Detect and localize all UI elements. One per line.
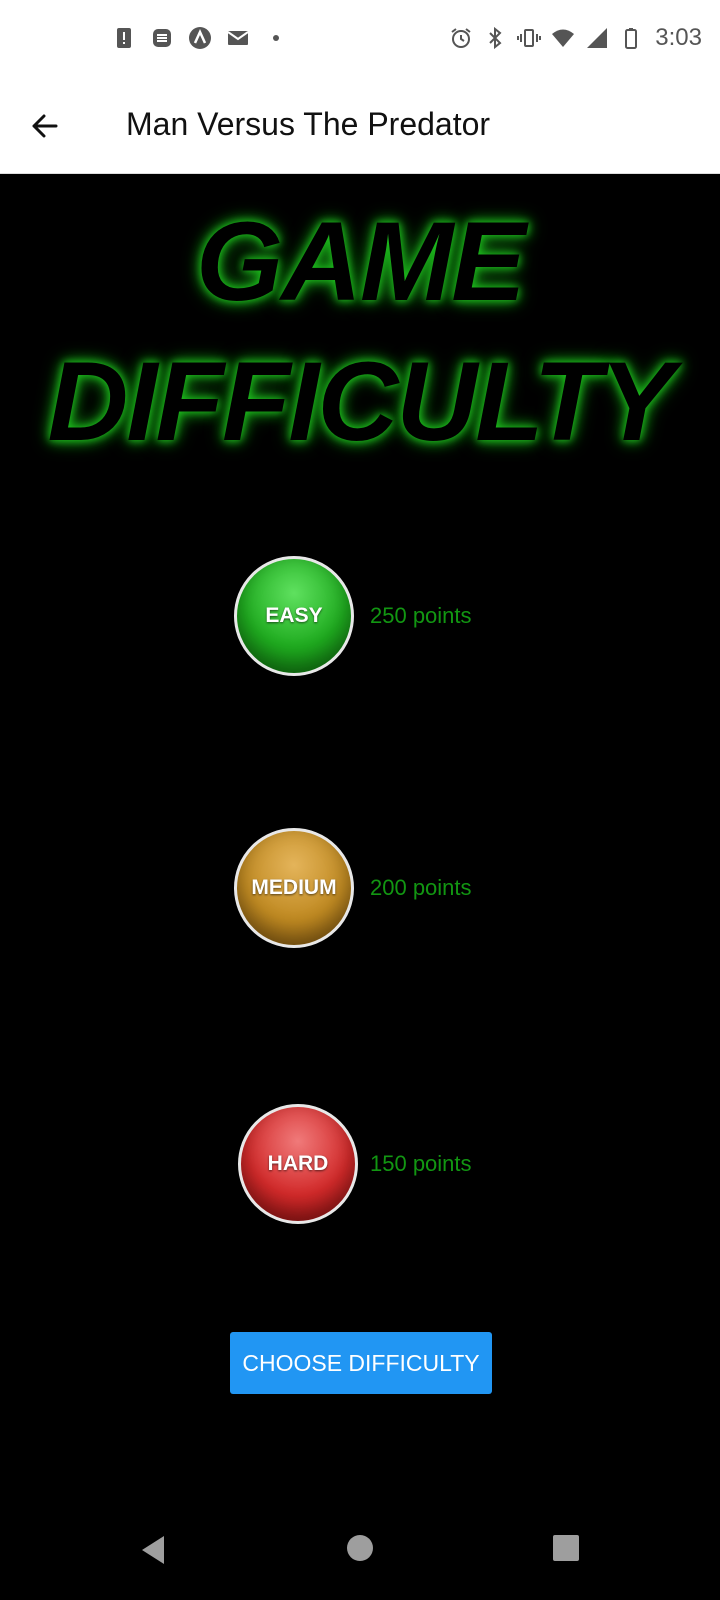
back-arrow-icon[interactable] xyxy=(24,104,68,148)
home-circle-icon[interactable] xyxy=(346,1534,374,1562)
medium-button[interactable]: MEDIUM xyxy=(234,828,354,948)
signal-icon xyxy=(587,28,608,48)
hard-button[interactable]: HARD xyxy=(238,1104,358,1224)
clock: 3:03 xyxy=(655,24,702,51)
heading-line-1: GAME xyxy=(196,199,526,324)
heading-line-2: DIFFICULTY xyxy=(47,339,675,464)
choose-difficulty-label: CHOOSE DIFFICULTY xyxy=(242,1349,480,1376)
medium-label: MEDIUM xyxy=(251,876,337,899)
game-difficulty-heading: GAME DIFFICULTY xyxy=(0,192,720,472)
difficulty-row-easy: EASY 250 points xyxy=(234,556,472,676)
status-bar: 3:03 xyxy=(0,0,720,78)
alarm-icon xyxy=(451,28,471,48)
news-icon xyxy=(153,29,171,47)
easy-points: 250 points xyxy=(370,603,472,628)
recents-square-icon[interactable] xyxy=(552,1534,580,1562)
alert-icon xyxy=(117,28,131,48)
difficulty-row-hard: HARD 150 points xyxy=(238,1104,472,1224)
app-bar: Man Versus The Predator xyxy=(0,78,720,174)
hard-points: 150 points xyxy=(370,1151,472,1176)
wifi-icon xyxy=(552,29,575,47)
easy-button[interactable]: EASY xyxy=(234,556,354,676)
battery-icon xyxy=(625,28,638,49)
easy-label: EASY xyxy=(265,604,323,627)
dot-icon xyxy=(273,35,279,41)
difficulty-row-medium: MEDIUM 200 points xyxy=(234,828,472,948)
choose-difficulty-button[interactable]: CHOOSE DIFFICULTY xyxy=(230,1332,492,1394)
back-triangle-icon[interactable] xyxy=(138,1534,168,1566)
hard-label: HARD xyxy=(267,1152,329,1175)
medium-points: 200 points xyxy=(370,875,472,900)
system-icons: 3:03 xyxy=(449,24,702,52)
navigation-bar xyxy=(0,1500,720,1600)
vibrate-icon xyxy=(517,29,542,47)
mail-icon xyxy=(227,31,249,45)
notification-icons xyxy=(112,26,288,50)
bluetooth-icon xyxy=(489,26,502,50)
page-title: Man Versus The Predator xyxy=(126,106,491,142)
app-icon xyxy=(189,27,211,49)
